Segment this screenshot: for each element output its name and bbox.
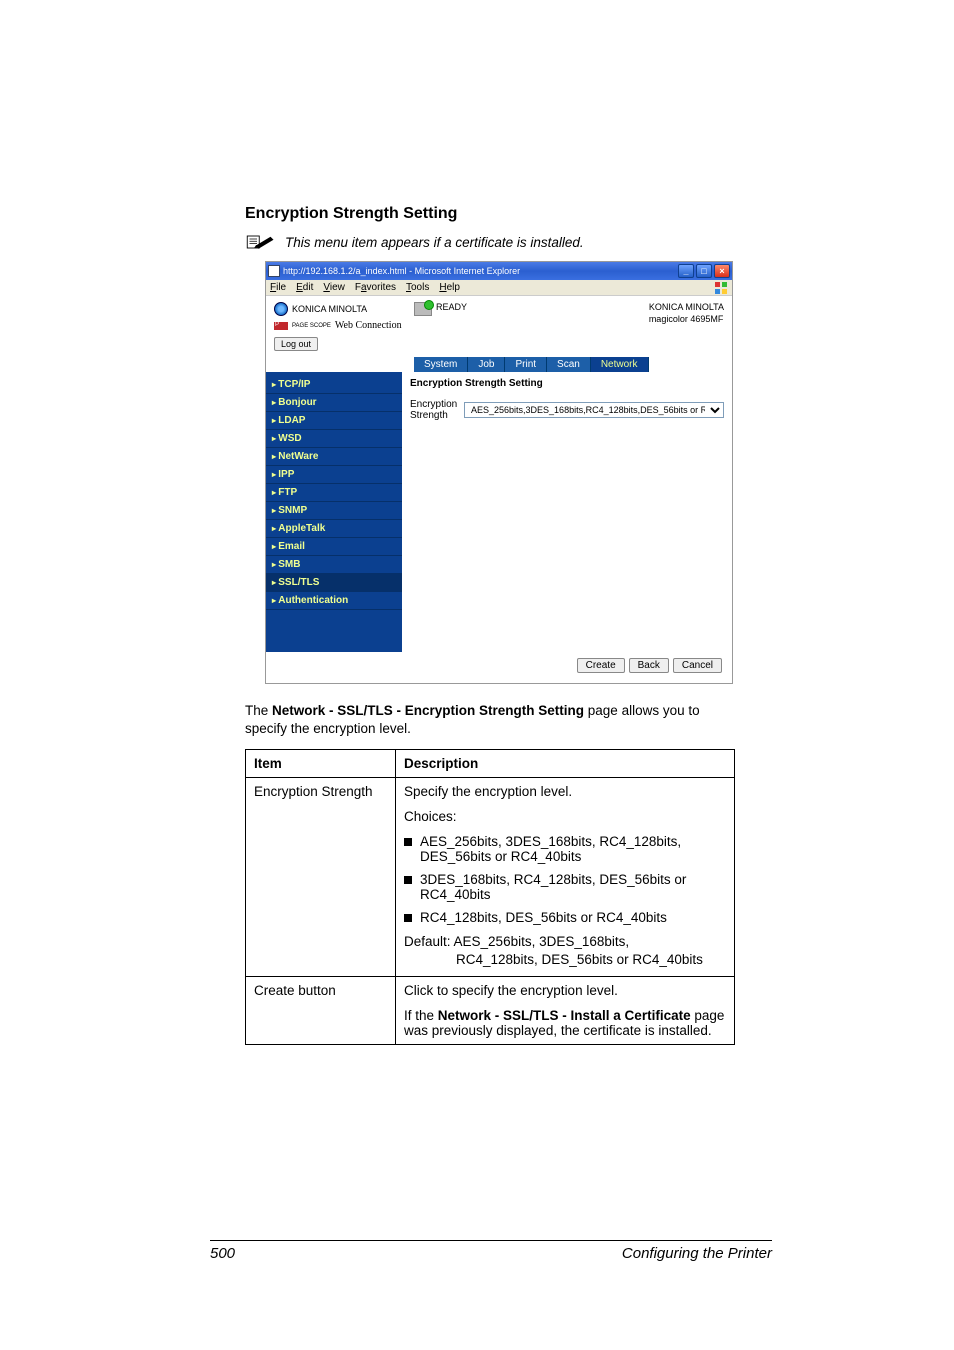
sidebar-item-tcpip[interactable]: TCP/IP [266,376,402,394]
window-title: http://192.168.1.2/a_index.html - Micros… [283,266,520,276]
browser-window: http://192.168.1.2/a_index.html - Micros… [265,261,733,684]
content-pane: Encryption Strength Setting Encryption S… [402,372,732,652]
menu-edit[interactable]: Edit [296,282,313,293]
sidebar-item-ldap[interactable]: LDAP [266,412,402,430]
menu-view[interactable]: View [323,282,345,293]
page-number: 500 [210,1245,235,1262]
device-model: magicolor 4695MF [649,314,724,326]
sidebar-item-netware[interactable]: NetWare [266,448,402,466]
menu-favorites[interactable]: Favorites [355,282,396,293]
window-title-bar: http://192.168.1.2/a_index.html - Micros… [266,262,732,280]
page-footer: 500 Configuring the Printer [210,1240,772,1262]
intro-paragraph: The Network - SSL/TLS - Encryption Stren… [245,702,735,737]
device-brand: KONICA MINOLTA [649,302,724,314]
tab-scan[interactable]: Scan [547,357,591,372]
section-name: Configuring the Printer [622,1245,772,1262]
table-row: Create button Click to specify the encry… [246,976,735,1044]
menu-help[interactable]: Help [439,282,460,293]
settings-table: Item Description Encryption Strength Spe… [245,749,735,1044]
close-button[interactable]: × [714,264,730,278]
table-row: Encryption Strength Specify the encrypti… [246,778,735,976]
back-button[interactable]: Back [629,658,669,673]
sidebar: TCP/IP Bonjour LDAP WSD NetWare IPP FTP … [266,372,402,652]
content-title: Encryption Strength Setting [410,378,724,389]
bullet-icon [404,914,412,922]
sidebar-item-bonjour[interactable]: Bonjour [266,394,402,412]
sidebar-item-ssltls[interactable]: SSL/TLS [266,574,402,592]
cancel-button[interactable]: Cancel [673,658,722,673]
desc-cell: Click to specify the encryption level. I… [396,976,735,1044]
table-header-item: Item [246,750,396,778]
item-cell: Create button [246,976,396,1044]
desc-cell: Specify the encryption level. Choices: A… [396,778,735,976]
km-logo-icon [274,302,288,316]
encryption-strength-select[interactable]: AES_256bits,3DES_168bits,RC4_128bits,DES… [464,402,724,418]
item-cell: Encryption Strength [246,778,396,976]
field-label-encryption: Encryption Strength [410,399,458,421]
note-icon [245,233,275,251]
section-heading: Encryption Strength Setting [245,205,735,223]
status-text: READY [436,302,467,312]
minimize-button[interactable]: _ [678,264,694,278]
subbrand-text: Web Connection [335,320,402,331]
menu-bar: File Edit View Favorites Tools Help [266,280,732,296]
ie-flag-icon [714,281,728,295]
sidebar-item-snmp[interactable]: SNMP [266,502,402,520]
tab-job[interactable]: Job [468,357,505,372]
sidebar-item-ftp[interactable]: FTP [266,484,402,502]
table-header-description: Description [396,750,735,778]
tab-system[interactable]: System [414,357,468,372]
logout-button[interactable]: Log out [274,337,318,351]
note-text: This menu item appears if a certificate … [285,235,584,250]
pagescope-logo-icon: P [274,322,288,330]
create-button[interactable]: Create [577,658,625,673]
ie-page-icon [268,265,280,277]
tab-print[interactable]: Print [505,357,547,372]
bullet-icon [404,876,412,884]
bullet-icon [404,838,412,846]
pagescope-prefix: PAGE SCOPE [292,323,331,329]
sidebar-item-ipp[interactable]: IPP [266,466,402,484]
menu-tools[interactable]: Tools [406,282,429,293]
sidebar-item-wsd[interactable]: WSD [266,430,402,448]
sidebar-item-email[interactable]: Email [266,538,402,556]
app-header: KONICA MINOLTA P PAGE SCOPE Web Connecti… [266,296,732,337]
tab-network[interactable]: Network [591,357,649,372]
sidebar-item-authentication[interactable]: Authentication [266,592,402,610]
printer-status-icon [414,302,432,316]
sidebar-item-appletalk[interactable]: AppleTalk [266,520,402,538]
sidebar-item-smb[interactable]: SMB [266,556,402,574]
tab-bar: System Job Print Scan Network [266,357,732,372]
menu-file[interactable]: File [270,282,286,293]
brand-text: KONICA MINOLTA [292,304,367,314]
maximize-button[interactable]: □ [696,264,712,278]
